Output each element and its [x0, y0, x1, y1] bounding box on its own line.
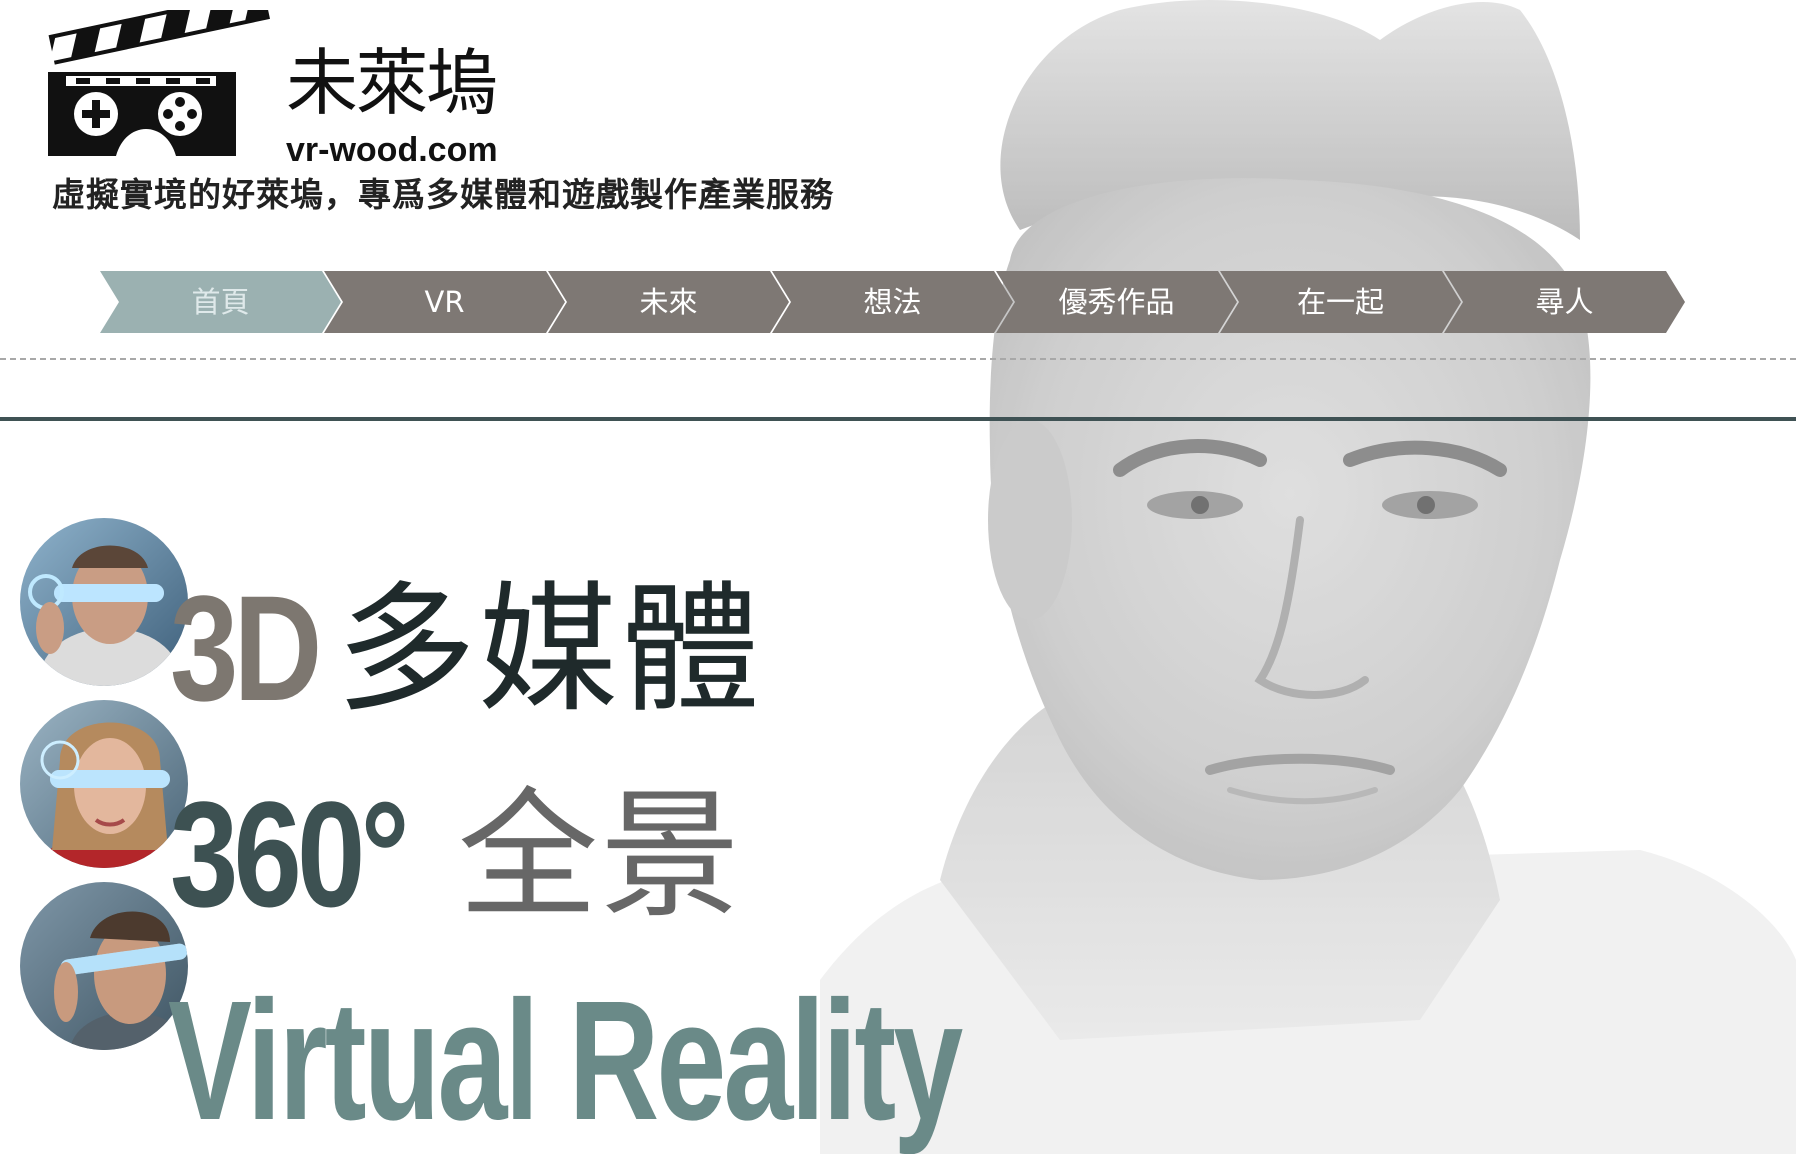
- man-vr-visor-thumbnail: [20, 518, 188, 686]
- nav-label: 在一起: [1296, 285, 1384, 319]
- headline-multimedia: 多媒體: [336, 569, 763, 732]
- nav-label: VR: [424, 285, 465, 319]
- logo-domain: vr-wood.com: [286, 131, 498, 169]
- main-nav: 首頁 VR 未來 想法 優秀作品 在一起 尋人: [100, 271, 1685, 333]
- headline-360: 360°: [170, 770, 410, 938]
- nav-item-future[interactable]: 未來: [548, 271, 789, 333]
- nav-label: 優秀作品: [1058, 285, 1175, 319]
- hero-background-portrait: [820, 0, 1796, 1154]
- nav-item-recruit[interactable]: 尋人: [1444, 271, 1685, 333]
- nav-label: 尋人: [1535, 285, 1594, 319]
- headline-3d: 3D: [170, 564, 322, 732]
- nav-item-home[interactable]: 首頁: [100, 271, 341, 333]
- logo-name: 未萊塢: [286, 41, 498, 125]
- nav-label: 首頁: [191, 285, 250, 319]
- headline-panorama: 全景: [458, 775, 743, 938]
- dashed-divider: [0, 358, 1796, 360]
- nav-item-ideas[interactable]: 想法: [772, 271, 1013, 333]
- man-vr-glasses-thumbnail: [20, 882, 188, 1050]
- nav-item-works[interactable]: 優秀作品: [996, 271, 1237, 333]
- nav-label: 想法: [863, 285, 922, 319]
- nav-item-together[interactable]: 在一起: [1220, 271, 1461, 333]
- nav-label: 未來: [639, 285, 698, 319]
- page: 未萊塢 vr-wood.com 虛擬實境的好萊塢，專爲多媒體和遊戲製作產業服務 …: [0, 0, 1796, 1154]
- site-tagline: 虛擬實境的好萊塢，專爲多媒體和遊戲製作產業服務: [52, 175, 834, 214]
- headline-virtual-reality: Virtual Reality: [168, 966, 963, 1154]
- clapperboard-vr-goggles-icon: [48, 10, 270, 156]
- nav-item-vr[interactable]: VR: [324, 271, 565, 333]
- site-logo[interactable]: 未萊塢 vr-wood.com: [46, 10, 498, 169]
- woman-vr-visor-thumbnail: [20, 700, 188, 868]
- header-divider: [0, 417, 1796, 421]
